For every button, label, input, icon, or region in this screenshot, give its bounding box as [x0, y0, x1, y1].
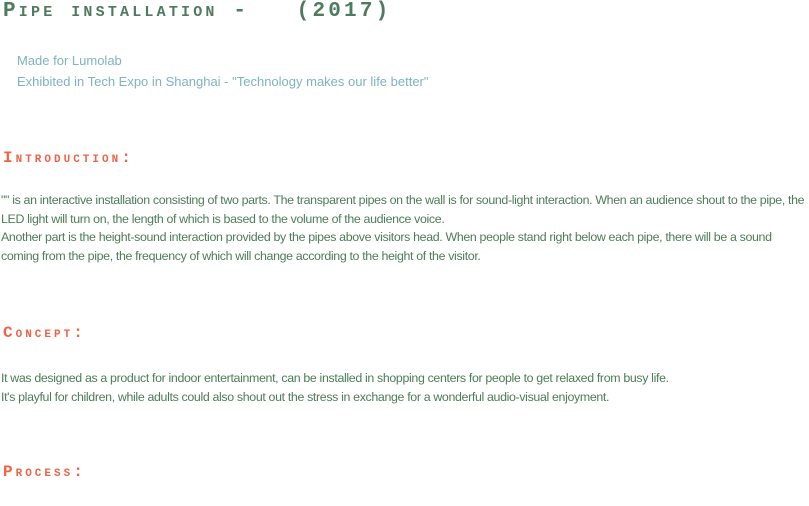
page-title: Pipe installation - (2017) — [3, 0, 392, 23]
concept-paragraph: It was designed as a product for indoor … — [1, 371, 669, 385]
exhibited-text: Exhibited in Tech Expo in Shanghai - "Te… — [17, 74, 429, 89]
process-heading: Process: — [3, 463, 86, 481]
made-for-text: Made for Lumolab — [17, 53, 122, 68]
project-meta: Made for Lumolab Exhibited in Tech Expo … — [17, 50, 429, 92]
introduction-paragraph: "" is an interactive installation consis… — [1, 193, 805, 226]
introduction-paragraph: Another part is the height-sound interac… — [1, 230, 772, 263]
concept-heading: Concept: — [3, 324, 86, 342]
introduction-heading: Introduction: — [3, 149, 134, 167]
concept-paragraph: It's playful for children, while adults … — [1, 389, 610, 404]
introduction-body: "" is an interactive installation consis… — [1, 191, 806, 265]
concept-body: It was designed as a product for indoor … — [1, 369, 806, 406]
